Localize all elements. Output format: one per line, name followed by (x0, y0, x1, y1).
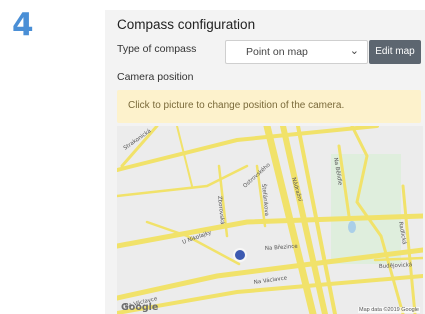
edit-map-button[interactable]: Edit map (369, 40, 421, 64)
map-attribution: Map data ©2019 Google (357, 307, 420, 313)
map-view[interactable]: Strakonická Ostrovského Nádražní Na Běli… (117, 126, 423, 314)
compass-type-select[interactable]: Point on map ⌄ (225, 40, 368, 64)
type-of-compass-label: Type of compass (117, 43, 197, 55)
pond (348, 221, 356, 233)
camera-position-label: Camera position (117, 71, 194, 83)
camera-marker[interactable] (235, 250, 245, 260)
hint-text: Click to picture to change position of t… (128, 100, 345, 111)
map-canvas[interactable]: Strakonická Ostrovského Nádražní Na Běli… (117, 126, 423, 314)
compass-configuration-panel: Compass configuration Type of compass Po… (105, 10, 425, 314)
chevron-down-icon: ⌄ (349, 45, 359, 57)
step-number: 4 (12, 7, 34, 43)
hint-alert: Click to picture to change position of t… (117, 90, 421, 123)
google-logo: Google (121, 302, 159, 313)
panel-title: Compass configuration (117, 17, 256, 32)
compass-type-value: Point on map (246, 46, 308, 58)
